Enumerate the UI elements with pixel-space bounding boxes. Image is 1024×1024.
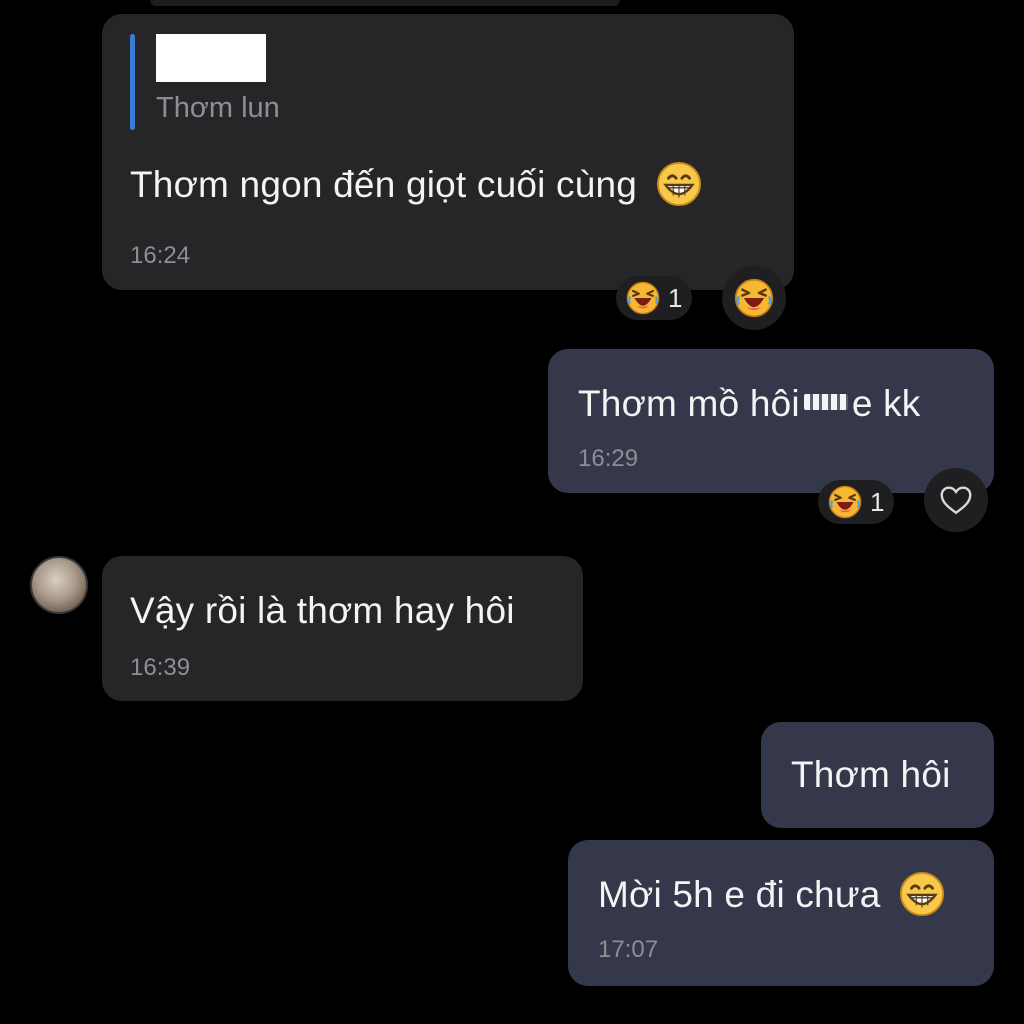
message-text: Thơm hôi	[791, 754, 951, 795]
reaction-summary[interactable]: 1	[616, 276, 693, 320]
react-button[interactable]	[924, 468, 988, 532]
heart-icon	[940, 486, 972, 515]
message-bubble-incoming[interactable]: Vậy rồi là thơm hay hôi 16:39	[102, 556, 583, 701]
quote-sender-redacted	[156, 34, 266, 82]
message-text-row: Thơm ngon đến giọt cuối cùng	[130, 164, 702, 207]
laughing-face-icon	[828, 485, 862, 519]
message-text: Thơm ngon đến giọt cuối cùng	[130, 164, 638, 205]
message-text: Mời 5h e đi chưa	[598, 874, 881, 915]
grinning-face-icon	[656, 161, 702, 207]
message-time: 16:24	[130, 242, 191, 269]
message-text-part: Thơm mồ hôi	[578, 383, 800, 424]
message-bubble-outgoing[interactable]: Thơm hôi	[761, 722, 994, 828]
reaction-count: 1	[668, 282, 683, 313]
reaction-count: 1	[870, 486, 885, 517]
previous-message-edge	[150, 0, 620, 6]
reaction-summary[interactable]: 1	[818, 480, 895, 524]
laughing-face-icon	[734, 278, 774, 318]
message-text-row: Thơm mồ hôi e kk	[578, 383, 920, 425]
message-bubble-outgoing[interactable]: Mời 5h e đi chưa 17:07	[568, 840, 994, 986]
message-time: 16:29	[578, 445, 639, 472]
message-text-part: e kk	[851, 383, 921, 424]
react-button[interactable]	[722, 266, 786, 330]
grinning-face-icon	[899, 871, 945, 917]
message-text-row: Mời 5h e đi chưa	[598, 874, 945, 917]
message-time: 16:39	[130, 654, 191, 681]
quote-bar	[130, 34, 135, 130]
message-text: Vậy rồi là thơm hay hôi	[130, 590, 515, 631]
laughing-face-icon	[626, 281, 660, 315]
message-time: 17:07	[598, 936, 659, 963]
quote-text: Thơm lun	[156, 92, 280, 124]
message-bubble-outgoing[interactable]: Thơm mồ hôi e kk 16:29	[548, 349, 994, 493]
censored-word	[803, 394, 848, 411]
avatar[interactable]	[30, 556, 88, 614]
message-bubble-incoming[interactable]: Thơm lun Thơm ngon đến giọt cuối cùng 16…	[102, 14, 794, 290]
